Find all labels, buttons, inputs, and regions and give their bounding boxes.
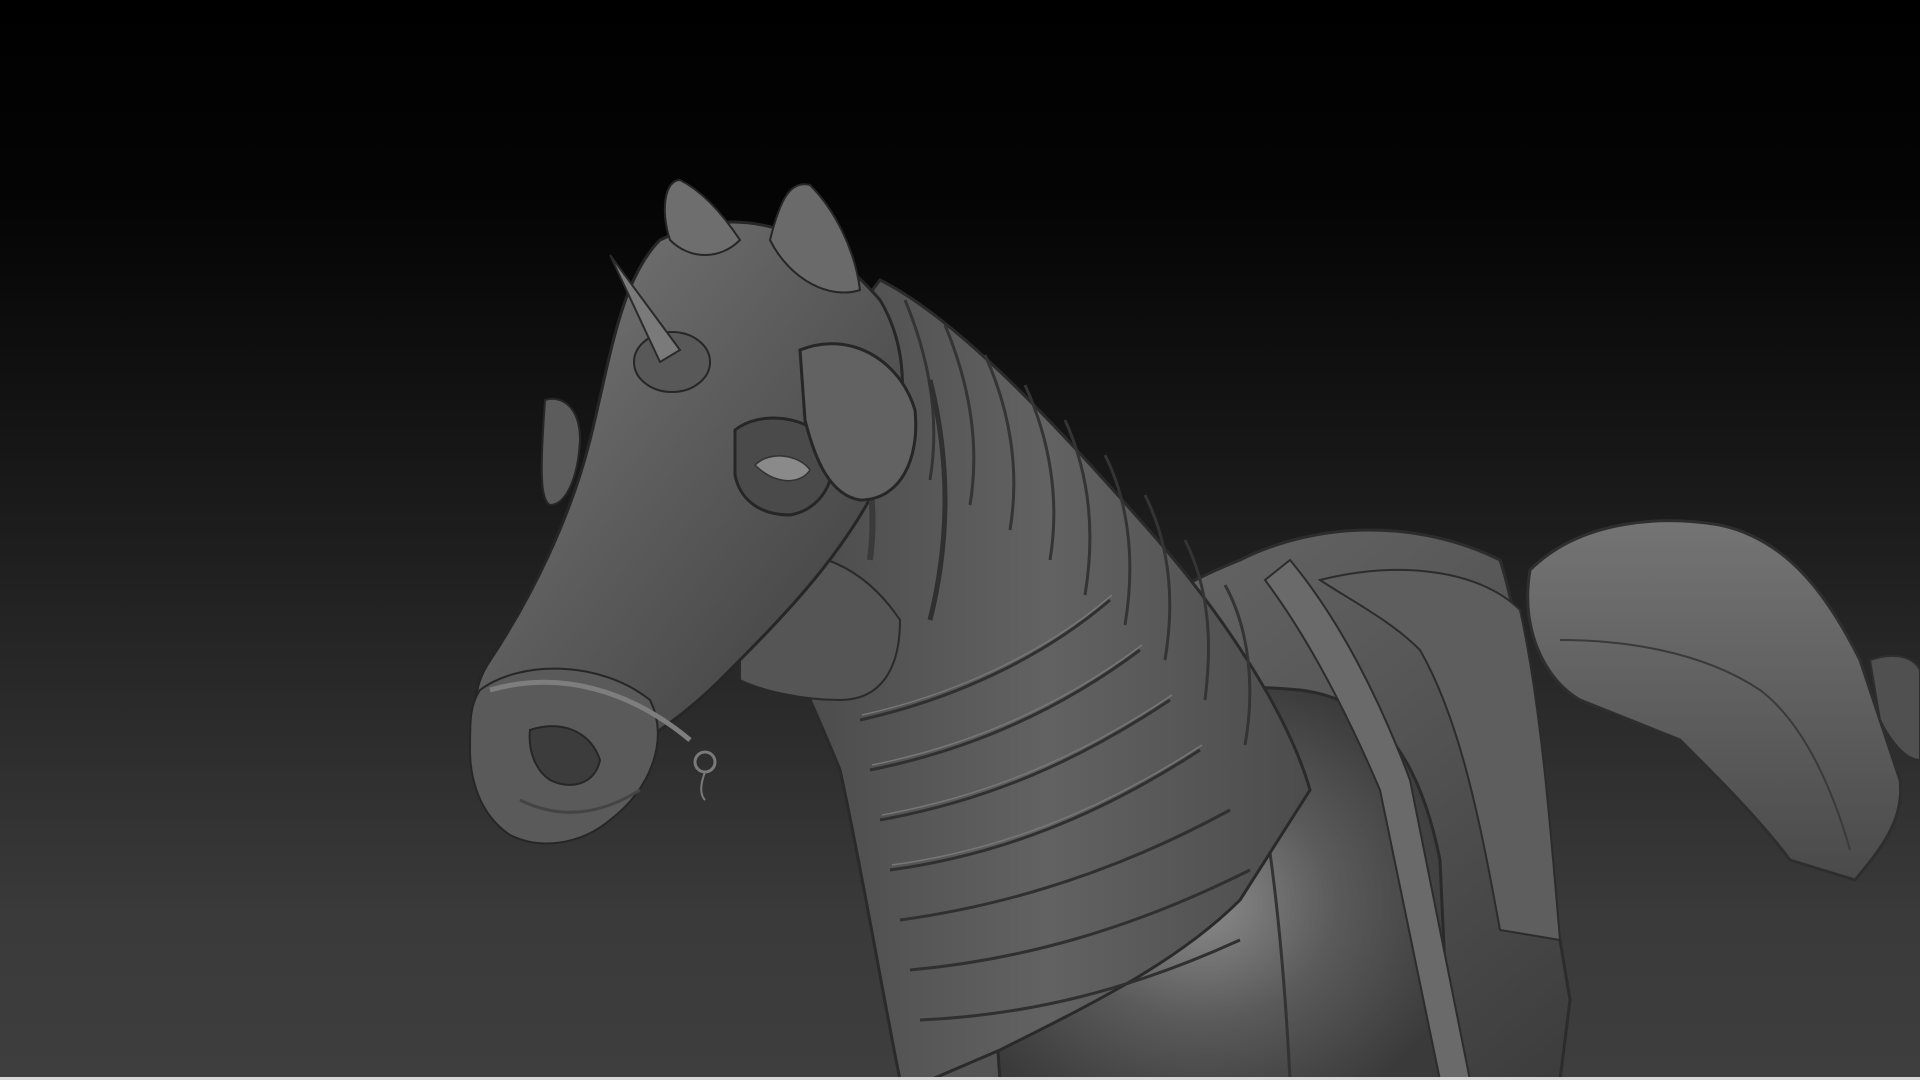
saddle-group	[1526, 519, 1920, 882]
viewport-canvas[interactable]	[0, 0, 1920, 1080]
armored-horse-sculpt-icon	[468, 178, 1920, 1080]
